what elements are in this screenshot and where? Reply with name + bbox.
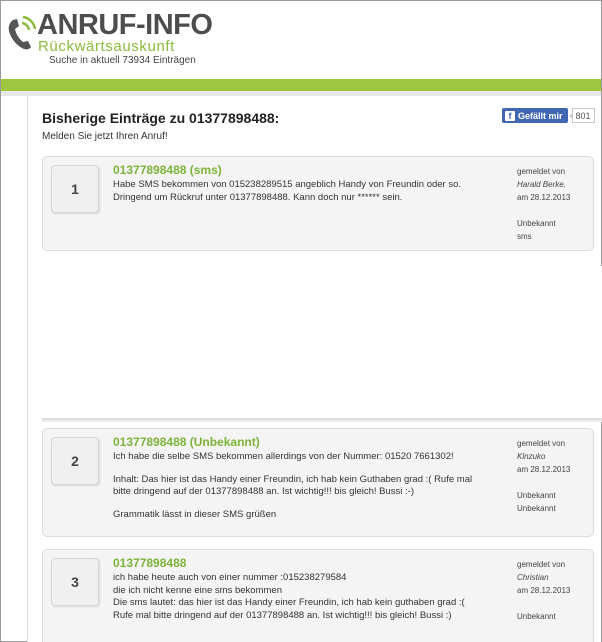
ad-space: [42, 266, 602, 418]
entry-text-line: ich habe heute auch von einer nummer :01…: [113, 572, 347, 583]
facebook-like-widget[interactable]: f Gefällt mir 801: [502, 108, 595, 123]
entry-card: 3 01377898488 ich habe heute auch von ei…: [42, 549, 594, 642]
entry-card: 1 01377898488 (sms) Habe SMS bekommen vo…: [42, 156, 594, 251]
entry-text-line: Grammatik lässt in dieser SMS grüßen: [113, 508, 277, 520]
entry-number-badge: 1: [51, 165, 99, 213]
entry-text: ich habe heute auch von einer nummer :01…: [113, 572, 498, 622]
entry-text-line: Dringend um Rückruf unter 01377898488. K…: [113, 191, 403, 203]
entry-text-line: bitte dringend auf der 01377898488 an. I…: [113, 486, 415, 497]
report-date: am 28.12.2013: [517, 465, 571, 474]
entry-text: Habe SMS bekommen von 015238289515 angeb…: [113, 179, 498, 204]
entry-number-badge: 2: [51, 437, 99, 485]
call-type: sms: [517, 232, 532, 241]
reported-by-label: gemeldet von: [517, 439, 566, 448]
entry-text-line: Inhalt: Das hier ist das Handy einer Fre…: [113, 473, 473, 485]
section-divider: [42, 418, 602, 422]
entry-text: Ich habe die selbe SMS bekommen allerdin…: [113, 451, 498, 521]
call-type: Unbekannt: [517, 504, 556, 513]
call-category: Unbekannt: [517, 612, 556, 621]
page-title: Bisherige Einträge zu 01377898488:: [42, 110, 280, 126]
entry-count-text: Suche in aktuell 73934 Einträgen: [49, 55, 196, 66]
report-call-link[interactable]: Melden Sie jetzt Ihren Anruf!: [42, 131, 168, 142]
main-content: Bisherige Einträge zu 01377898488: Melde…: [27, 96, 602, 642]
facebook-like-count: 801: [568, 108, 595, 123]
entry-card: 2 01377898488 (Unbekannt) Ich habe die s…: [42, 428, 594, 537]
entry-text-line: Rufe mal bitte dringend auf der 01377898…: [113, 609, 452, 621]
reporter-name: Harald Berke.: [517, 180, 566, 189]
site-header: ANRUF-INFO Rückwärtsauskunft Suche in ak…: [1, 1, 601, 79]
entry-number-badge: 3: [51, 558, 99, 606]
entry-meta: gemeldet von Klnzuko am 28.12.2013 Unbek…: [517, 437, 591, 515]
phone-signal-icon: [8, 15, 36, 50]
reported-by-label: gemeldet von: [517, 560, 566, 569]
call-category: Unbekannt: [517, 491, 556, 500]
report-date: am 28.12.2013: [517, 586, 571, 595]
entry-meta: gemeldet von Christian am 28.12.2013 Unb…: [517, 558, 591, 623]
call-category: Unbekannt: [517, 219, 556, 228]
reporter-name: Christian: [517, 573, 549, 582]
entry-text-line: Ich habe die selbe SMS bekommen allerdin…: [113, 451, 454, 462]
facebook-like-label: Gefällt mir: [518, 110, 563, 121]
logo-title[interactable]: ANRUF-INFO: [37, 10, 213, 40]
facebook-like-button[interactable]: f Gefällt mir: [502, 108, 568, 123]
entry-title[interactable]: 01377898488: [113, 556, 186, 570]
entry-text-line: die ich nicht kenne eine sms bekommen: [113, 584, 282, 596]
reported-by-label: gemeldet von: [517, 167, 566, 176]
entry-meta: gemeldet von Harald Berke. am 28.12.2013…: [517, 165, 591, 243]
entry-text-line: Die sms lautet: das hier ist das Handy e…: [113, 597, 465, 608]
reporter-name: Klnzuko: [517, 452, 546, 461]
entry-title[interactable]: 01377898488 (Unbekannt): [113, 435, 260, 449]
entry-text-line: Habe SMS bekommen von 015238289515 angeb…: [113, 179, 462, 190]
entry-title[interactable]: 01377898488 (sms): [113, 163, 222, 177]
logo-subtitle: Rückwärtsauskunft: [38, 38, 175, 55]
report-date: am 28.12.2013: [517, 193, 571, 202]
facebook-icon: f: [505, 110, 515, 121]
